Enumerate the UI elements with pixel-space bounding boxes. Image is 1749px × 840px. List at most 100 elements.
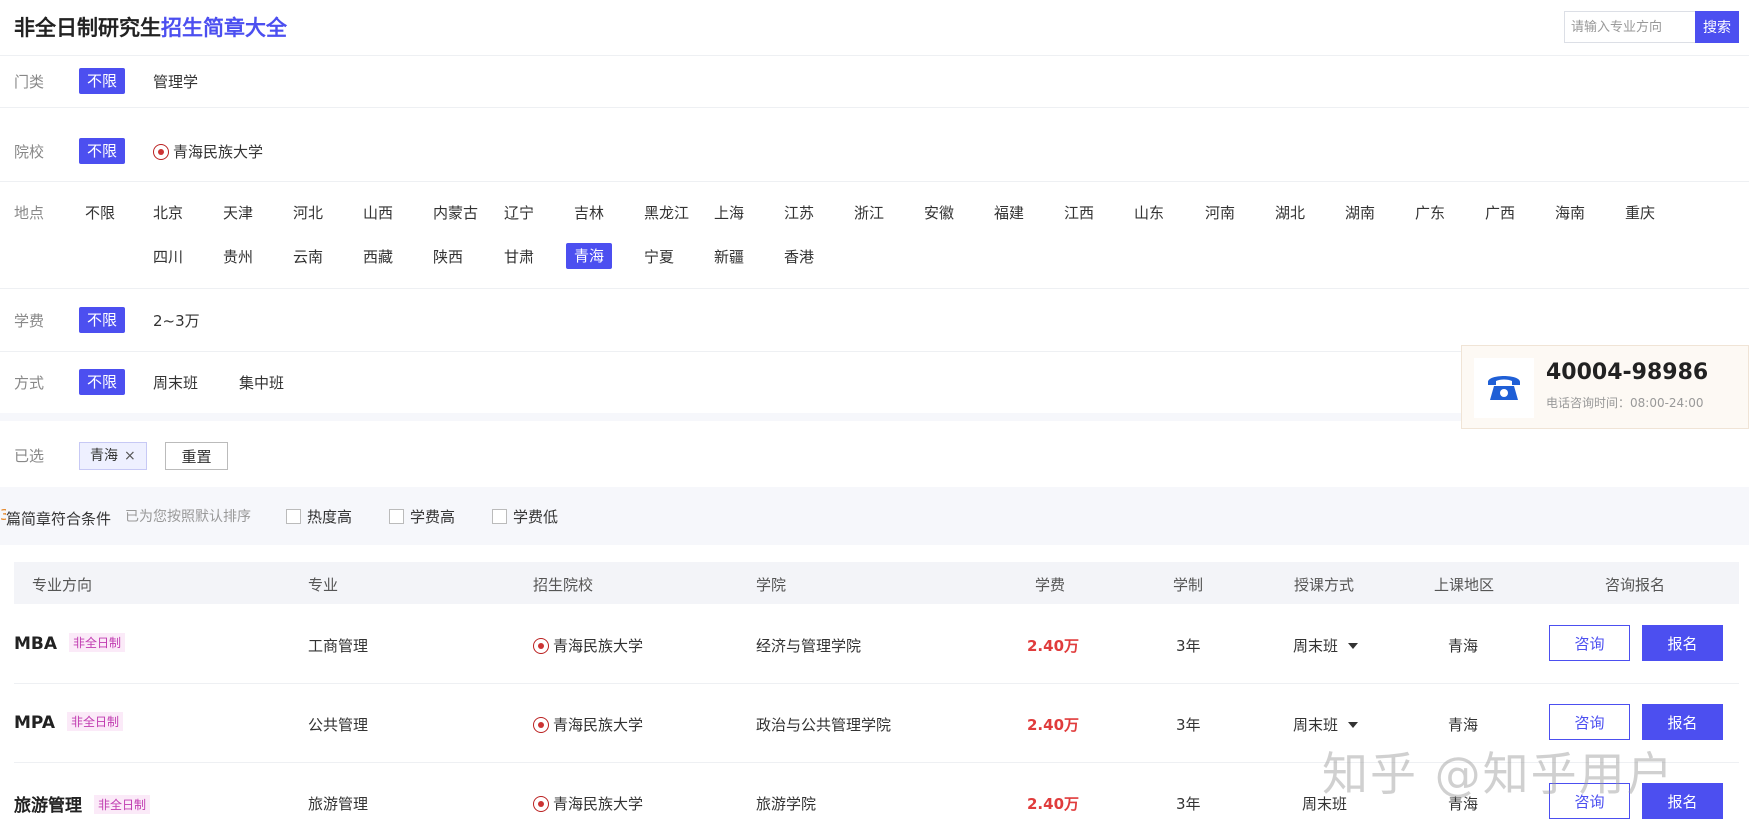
filter-option-location[interactable]: 不限 xyxy=(85,202,115,223)
cell-school[interactable]: 青海民族大学 xyxy=(533,793,643,814)
close-icon[interactable]: × xyxy=(124,448,136,464)
filter-option-location[interactable]: 贵州 xyxy=(223,246,253,267)
filter-option-category-management[interactable]: 管理学 xyxy=(153,71,198,92)
filter-option-location[interactable]: 河南 xyxy=(1205,202,1235,223)
filter-option-location[interactable]: 浙江 xyxy=(854,202,884,223)
cell-mode[interactable]: 周末班 xyxy=(1293,714,1359,735)
filter-option-location[interactable]: 辽宁 xyxy=(504,202,534,223)
caret-down-icon[interactable] xyxy=(1348,722,1359,728)
school-name: 青海民族大学 xyxy=(553,795,644,813)
checkbox-icon[interactable] xyxy=(492,509,507,524)
filter-option-location[interactable]: 上海 xyxy=(714,202,744,223)
sort-option-fee-low[interactable]: 学费低 xyxy=(492,506,558,527)
filter-option-location[interactable]: 海南 xyxy=(1555,202,1585,223)
column-header-consult: 咨询报名 xyxy=(1605,576,1666,594)
search-input[interactable] xyxy=(1564,11,1695,43)
filter-option-location[interactable]: 四川 xyxy=(153,246,183,267)
direction-text: MPA xyxy=(14,713,55,733)
mode-text: 周末班 xyxy=(1293,637,1339,655)
sort-bar: 3篇简章符合条件 已为您按照默认排序 热度高 学费高 学费低 xyxy=(0,487,1749,545)
consult-button[interactable]: 咨询 xyxy=(1549,704,1630,740)
filter-option-location[interactable]: 新疆 xyxy=(714,246,744,267)
cell-years: 3年 xyxy=(1176,795,1201,813)
cell-years: 3年 xyxy=(1176,637,1201,655)
cell-school[interactable]: 青海民族大学 xyxy=(533,635,643,656)
filter-option-fee-any[interactable]: 不限 xyxy=(79,307,126,333)
filter-option-location[interactable]: 山西 xyxy=(363,202,393,223)
apply-button[interactable]: 报名 xyxy=(1642,704,1723,740)
result-count: 3篇简章符合条件 xyxy=(0,506,111,529)
filter-option-location[interactable]: 陕西 xyxy=(433,246,463,267)
filter-option-location[interactable]: 天津 xyxy=(223,202,253,223)
filter-option-mode-any[interactable]: 不限 xyxy=(79,369,126,395)
filter-row-location: 地点 不限 北京 天津 河北 山西 内蒙古 辽宁 吉林 黑龙江 上海 江苏 浙江 安徽 福建 江西 山东 河南 湖… xyxy=(0,182,1749,289)
filter-option-location[interactable]: 吉林 xyxy=(574,202,604,223)
filter-option-location[interactable]: 江苏 xyxy=(784,202,814,223)
selected-filters-row: 已选 xyxy=(0,420,1749,488)
caret-down-icon[interactable] xyxy=(1348,643,1359,649)
filter-option-mode-weekend[interactable]: 周末班 xyxy=(153,372,198,393)
filter-option-location[interactable]: 青海 xyxy=(566,243,613,269)
cell-fee: 2.40万 xyxy=(1027,716,1080,734)
cell-direction: MBA 非全日制 xyxy=(14,633,126,654)
school-name: 青海民族大学 xyxy=(553,637,644,655)
filter-option-location[interactable]: 黑龙江 xyxy=(644,202,689,223)
checkbox-icon[interactable] xyxy=(286,509,301,524)
filter-option-school-any[interactable]: 不限 xyxy=(79,138,126,164)
column-header-direction: 专业方向 xyxy=(32,576,93,594)
filter-option-location[interactable]: 甘肃 xyxy=(504,246,534,267)
filter-option-location[interactable]: 香港 xyxy=(784,246,814,267)
filter-option-location[interactable]: 湖南 xyxy=(1345,202,1375,223)
sort-option-popular[interactable]: 热度高 xyxy=(286,506,352,527)
filter-option-mode-intensive[interactable]: 集中班 xyxy=(239,372,284,393)
school-logo-icon xyxy=(533,638,549,654)
school-logo-icon xyxy=(533,796,549,812)
filter-option-location[interactable]: 河北 xyxy=(293,202,323,223)
filter-option-location[interactable]: 内蒙古 xyxy=(433,202,478,223)
filter-option-location[interactable]: 云南 xyxy=(293,246,323,267)
filter-option-school-qhmu[interactable]: 青海民族大学 xyxy=(153,141,263,162)
cell-school[interactable]: 青海民族大学 xyxy=(533,714,643,735)
filter-option-location[interactable]: 湖北 xyxy=(1275,202,1305,223)
cell-mode[interactable]: 周末班 xyxy=(1293,635,1359,656)
filter-row-school: 院校 不限 青海民族大学 xyxy=(0,108,1749,182)
sort-option-fee-high[interactable]: 学费高 xyxy=(389,506,455,527)
filter-option-location[interactable]: 重庆 xyxy=(1625,202,1655,223)
direction-text: MBA xyxy=(14,634,58,654)
filter-option-location[interactable]: 山东 xyxy=(1134,202,1164,223)
phone-contact-card[interactable]: 40004-98986 电话咨询时间：08:00-24:00 xyxy=(1461,345,1749,429)
filter-option-fee-2-3[interactable]: 2~3万 xyxy=(153,310,200,331)
consult-button[interactable]: 咨询 xyxy=(1549,625,1630,661)
cell-direction: 旅游管理 非全日制 xyxy=(14,791,151,816)
page-title: 非全日制研究生招生简章大全 xyxy=(14,12,287,42)
filter-option-location[interactable]: 广东 xyxy=(1415,202,1445,223)
selected-chip-qinghai[interactable]: 青海 × xyxy=(79,442,147,470)
column-header-school: 招生院校 xyxy=(533,576,594,594)
apply-button[interactable]: 报名 xyxy=(1642,625,1723,661)
reset-button[interactable]: 重置 xyxy=(165,442,228,470)
table-row: MBA 非全日制 工商管理 青海民族大学 经济与管理学院 2.40万 3年 周末班… xyxy=(14,605,1739,684)
column-header-major: 专业 xyxy=(308,576,339,594)
filter-option-location[interactable]: 广西 xyxy=(1485,202,1515,223)
checkbox-icon[interactable] xyxy=(389,509,404,524)
filter-option-location[interactable]: 福建 xyxy=(994,202,1024,223)
search-button[interactable]: 搜索 xyxy=(1695,11,1739,43)
filter-option-category-any[interactable]: 不限 xyxy=(79,68,126,94)
cell-major: 工商管理 xyxy=(308,637,369,655)
sort-option-label: 学费高 xyxy=(410,508,456,526)
column-header-years: 学制 xyxy=(1173,576,1204,594)
title-accent: 招生简章大全 xyxy=(161,16,287,40)
chip-label: 青海 xyxy=(90,448,118,464)
filter-option-location[interactable]: 安徽 xyxy=(924,202,954,223)
cell-college: 经济与管理学院 xyxy=(756,637,862,655)
column-header-fee: 学费 xyxy=(1035,576,1066,594)
filter-label-location: 地点 xyxy=(14,204,45,222)
filter-option-location[interactable]: 宁夏 xyxy=(644,246,674,267)
tag-badge: 非全日制 xyxy=(69,633,126,652)
filter-option-location[interactable]: 北京 xyxy=(153,202,183,223)
filter-option-location[interactable]: 西藏 xyxy=(363,246,393,267)
cell-major: 旅游管理 xyxy=(308,795,369,813)
tag-badge: 非全日制 xyxy=(66,712,123,731)
filter-option-location[interactable]: 江西 xyxy=(1064,202,1094,223)
cell-fee: 2.40万 xyxy=(1027,795,1080,813)
